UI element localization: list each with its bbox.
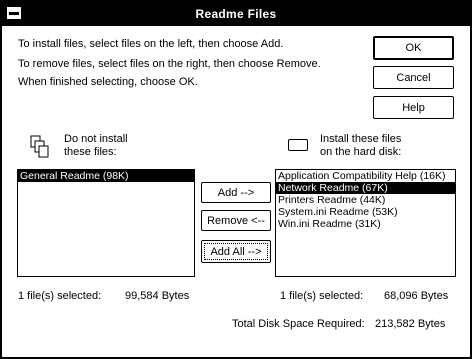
list-item[interactable]: Network Readme (67K)	[276, 182, 455, 194]
list-item[interactable]: System.ini Readme (53K)	[276, 206, 455, 218]
list-item[interactable]: Application Compatibility Help (16K)	[276, 170, 455, 182]
cancel-button[interactable]: Cancel	[373, 66, 454, 89]
instruction-remove: To remove files, select files on the rig…	[18, 58, 321, 70]
ok-button[interactable]: OK	[373, 36, 454, 60]
right-selected-count: 1 file(s) selected:	[280, 290, 364, 302]
total-space-value: 213,582 Bytes	[375, 318, 446, 330]
left-label-line2: these files:	[64, 146, 117, 158]
left-selected-bytes: 99,584 Bytes	[125, 290, 190, 302]
readme-files-dialog: Readme Files To install files, select fi…	[0, 0, 472, 359]
left-label-line1: Do not install	[64, 133, 128, 145]
help-button[interactable]: Help	[373, 96, 454, 119]
dialog-title: Readme Files	[195, 7, 277, 21]
not-install-listbox[interactable]: General Readme (98K)	[17, 169, 195, 277]
list-item[interactable]: General Readme (98K)	[18, 170, 194, 182]
add-all-button[interactable]: Add All -->	[201, 240, 271, 263]
right-selected-bytes: 68,096 Bytes	[384, 290, 449, 302]
total-space-label: Total Disk Space Required:	[232, 318, 365, 330]
remove-button[interactable]: Remove <--	[201, 210, 271, 231]
right-label-line1: Install these files	[320, 133, 402, 145]
instruction-ok: When finished selecting, choose OK.	[18, 76, 198, 88]
install-listbox[interactable]: Application Compatibility Help (16K) Net…	[275, 169, 456, 277]
files-icon	[30, 135, 49, 158]
instruction-add: To install files, select files on the le…	[18, 38, 284, 50]
disk-icon	[288, 139, 308, 151]
list-item[interactable]: Win.ini Readme (31K)	[276, 218, 455, 230]
list-item[interactable]: Printers Readme (44K)	[276, 194, 455, 206]
title-bar[interactable]: Readme Files	[2, 2, 470, 26]
right-label-line2: on the hard disk:	[320, 146, 402, 158]
add-button[interactable]: Add -->	[201, 182, 271, 203]
left-selected-count: 1 file(s) selected:	[18, 290, 102, 302]
